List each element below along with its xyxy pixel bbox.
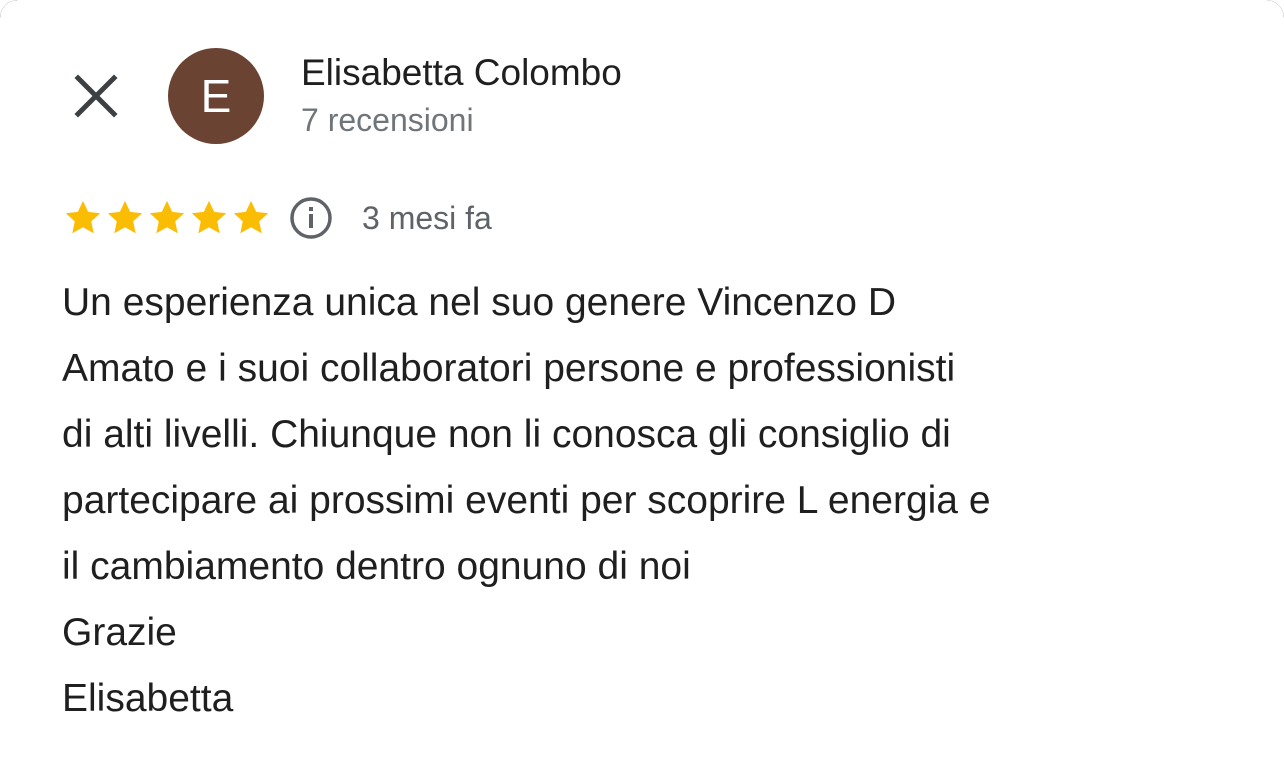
author-reviews-count: 7 recensioni <box>301 102 474 138</box>
review-card: E Elisabetta Colombo 7 recensioni 3 mesi… <box>0 0 1284 769</box>
star-icon <box>191 200 227 234</box>
star-icon <box>65 200 101 234</box>
star-icon <box>149 200 185 234</box>
close-button[interactable] <box>70 70 122 122</box>
review-text: Un esperienza unica nel suo genere Vince… <box>62 281 991 720</box>
review-sheet: E Elisabetta Colombo 7 recensioni 3 mesi… <box>0 0 1284 769</box>
close-icon <box>74 74 118 118</box>
review-date: 3 mesi fa <box>362 199 492 236</box>
star-icon <box>233 200 269 234</box>
avatar[interactable]: E <box>168 48 264 144</box>
author-name[interactable]: Elisabetta Colombo <box>301 52 622 94</box>
star-rating <box>62 197 272 239</box>
info-icon[interactable] <box>288 195 334 241</box>
rating-row: 3 mesi fa <box>62 196 492 240</box>
star-icon <box>107 200 143 234</box>
